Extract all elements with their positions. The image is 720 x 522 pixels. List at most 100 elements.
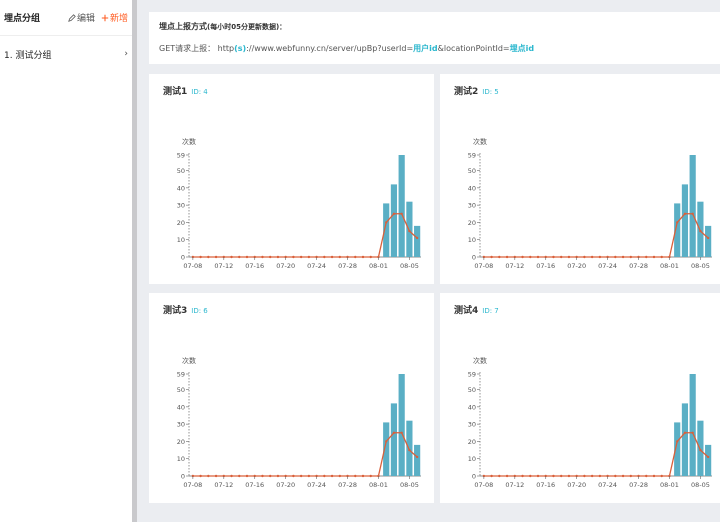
line-point [307,255,311,259]
line-point [354,255,357,259]
edit-button[interactable]: 编辑 [68,11,95,24]
line-point [691,212,694,215]
x-tick-label: 08-01 [369,262,388,270]
x-tick-label: 07-24 [307,481,326,489]
line-point [214,474,218,478]
y-tick-label: 50 [468,167,476,175]
x-tick-label: 07-16 [245,481,264,489]
line-point [361,255,365,259]
line-point [498,474,501,478]
line-point [560,255,563,259]
bar [697,420,704,476]
line-point [408,448,411,452]
chart: 次数 0 10 20 30 40 50 59 07-08 07-12 07-16 07-20 07-24… [177,356,421,489]
line-point [400,431,403,434]
line-point [699,229,702,233]
y-tick-label: 10 [177,236,185,244]
line-point [245,255,249,259]
y-tick-label: 59 [468,152,476,160]
line-point [645,255,648,259]
line-point [660,255,663,259]
sidebar-title: 埋点分组 [4,14,41,24]
bar [398,374,405,476]
group-item-label: 1. 测试分组 [4,50,52,61]
line-point [199,474,202,478]
line-point [598,474,602,478]
add-group-button[interactable]: 新增 [101,11,128,24]
x-tick-label: 07-24 [307,262,326,270]
bar [697,201,704,257]
line-point [323,474,326,478]
bar [681,403,689,476]
y-tick-label: 20 [468,438,476,446]
line-point [521,255,524,259]
y-tick-label: 20 [468,219,476,227]
line-point [408,229,411,233]
line-point [269,474,272,478]
y-tick-label: 59 [177,152,185,160]
line-point [583,255,586,259]
line-point [199,255,202,259]
y-tick-label: 0 [181,473,185,481]
x-tick-label: 07-28 [629,262,648,270]
y-tick-label: 50 [468,386,476,394]
line-point [354,474,357,478]
line-point [361,474,365,478]
line-point [699,448,702,452]
x-tick-label: 08-05 [400,262,419,270]
x-tick-label: 08-05 [691,262,710,270]
report-method-panel: 埋点上报方式(每小时05分更新数据)： GET请求上报： http(s)://w… [149,12,720,64]
bar [705,444,712,476]
x-tick-label: 07-20 [567,481,586,489]
line-point [676,440,679,443]
bar [398,155,405,257]
url-user-id: 用户id [413,44,438,53]
line-point [552,474,555,478]
line-point [415,236,419,240]
line-point [560,474,563,478]
y-tick-label: 20 [177,219,185,227]
line-point [529,255,532,259]
line-point [490,255,493,259]
line-point [590,255,594,259]
sidebar-group-item[interactable]: 1. 测试分组 › [0,36,132,72]
line-point [207,474,210,478]
line-point [676,221,679,224]
line-point [338,474,341,478]
line-point [214,255,218,259]
line-point [498,255,501,259]
line-point [276,474,280,478]
y-axis-label: 次数 [182,356,196,365]
line-point [590,474,594,478]
line-point [645,474,648,478]
chart-card: 测试3 ID: 6 次数 0 10 20 30 40 50 59 07-08 07-12 07-16… [149,293,434,503]
line-point [505,474,509,478]
x-tick-label: 08-01 [660,262,679,270]
bar [406,420,413,476]
chart: 次数 0 10 20 30 40 50 59 07-08 07-12 07-16 07-20 07-24… [177,137,421,270]
line-point [529,474,532,478]
line-point [706,455,710,459]
x-tick-label: 08-01 [369,481,388,489]
bar [390,184,398,257]
y-tick-label: 30 [468,421,476,429]
bar [689,374,696,476]
edit-button-label: 编辑 [76,14,95,24]
line-point [392,431,396,434]
report-title-text: 埋点上报方式 [159,22,207,31]
y-tick-label: 10 [177,455,185,463]
line-point [292,255,295,259]
line-point [338,255,341,259]
x-tick-label: 07-16 [245,262,264,270]
line-point [660,474,663,478]
line-point [552,255,555,259]
x-tick-label: 07-12 [214,262,233,270]
chart-card: 测试4 ID: 7 次数 0 10 20 30 40 50 59 07-08 07-12 07-16… [440,293,720,503]
x-tick-label: 07-24 [598,481,617,489]
line-point [230,255,233,259]
line-point [490,474,493,478]
x-tick-label: 07-12 [214,481,233,489]
y-tick-label: 40 [177,403,185,411]
line-point [536,474,540,478]
y-axis-label: 次数 [473,137,487,146]
